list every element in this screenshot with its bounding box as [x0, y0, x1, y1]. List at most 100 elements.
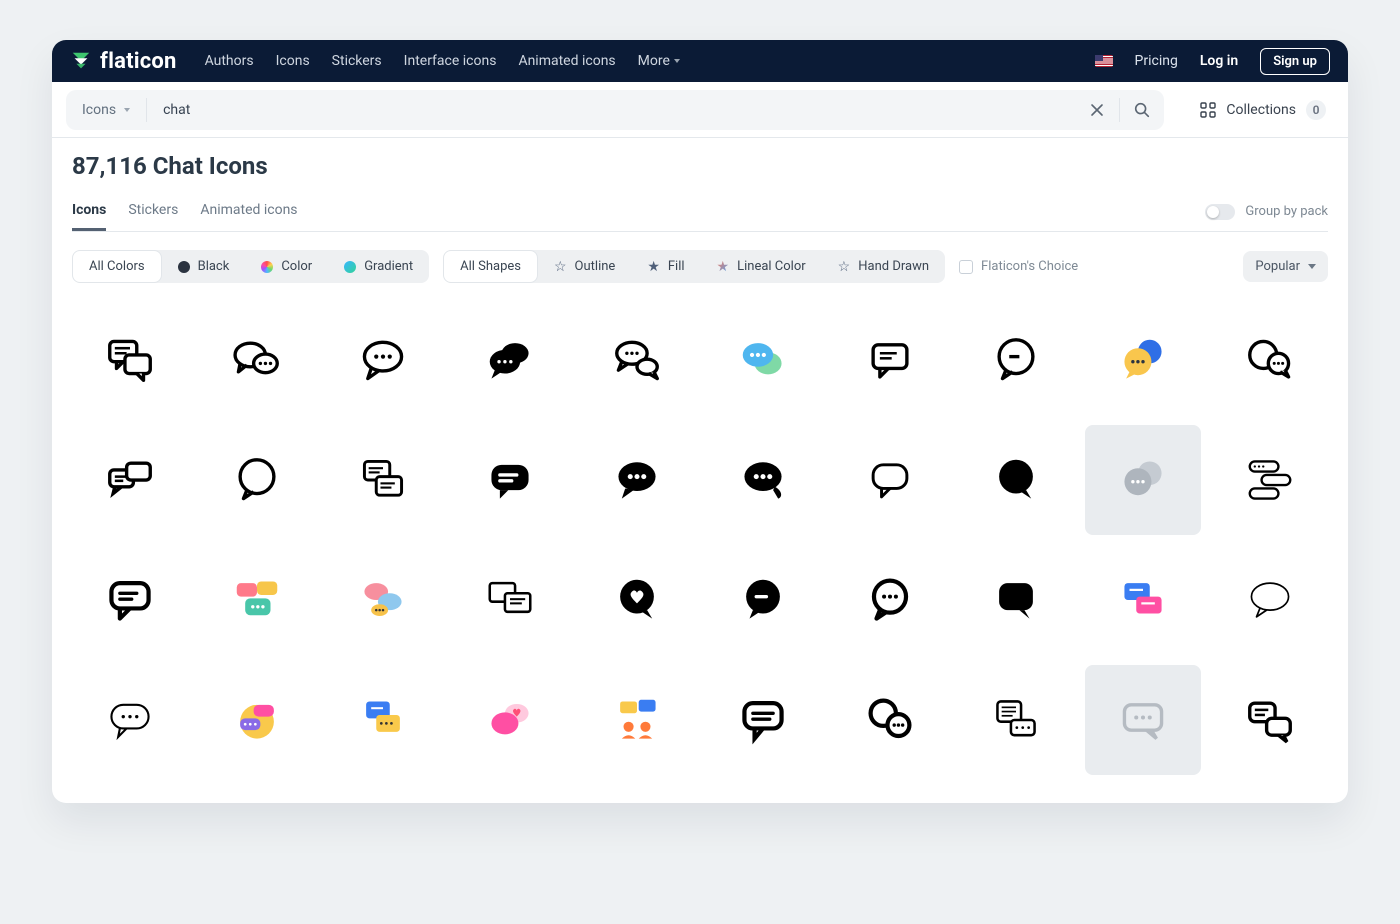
grid-icon[interactable]: [705, 665, 822, 775]
grid-icon[interactable]: [199, 665, 316, 775]
nav-icons[interactable]: Icons: [276, 53, 310, 69]
icon-grid: [52, 291, 1348, 803]
chat-multi-color-icon: [230, 573, 284, 627]
grid-icon[interactable]: [578, 425, 695, 535]
color-all[interactable]: All Colors: [72, 250, 162, 283]
grid-icon[interactable]: [705, 425, 822, 535]
grid-icon[interactable]: [325, 545, 442, 655]
color-gradient[interactable]: Gradient: [328, 250, 429, 283]
brand-logo[interactable]: flaticon: [70, 49, 177, 74]
grid-icon[interactable]: [1211, 425, 1328, 535]
color-filter-segment: All Colors Black Color Gradient: [72, 250, 429, 283]
grid-icon[interactable]: [1085, 425, 1202, 535]
chat-dots-fill-icon: [483, 333, 537, 387]
tab-icons[interactable]: Icons: [72, 192, 106, 231]
sort-dropdown[interactable]: Popular: [1243, 251, 1328, 282]
grid-icon[interactable]: [832, 665, 949, 775]
grid-icon[interactable]: [705, 305, 822, 415]
speech-fill-icon: [989, 453, 1043, 507]
grid-icon[interactable]: [72, 665, 189, 775]
language-flag-icon[interactable]: [1095, 55, 1113, 67]
double-square-outline-icon: [483, 573, 537, 627]
grid-icon[interactable]: [578, 665, 695, 775]
grid-icon[interactable]: [1085, 305, 1202, 415]
speech-dots-thin-outline-icon: [103, 693, 157, 747]
color-color[interactable]: Color: [245, 250, 328, 283]
sort-label: Popular: [1255, 259, 1300, 274]
flaticons-choice-checkbox[interactable]: Flaticon's Choice: [959, 259, 1078, 274]
grid-icon[interactable]: [72, 545, 189, 655]
clear-search-button[interactable]: [1075, 90, 1119, 130]
grid-icon[interactable]: [325, 305, 442, 415]
search-input-wrap: [147, 90, 1075, 130]
chat-cards-color-icon: [1116, 573, 1170, 627]
grid-icon[interactable]: [452, 425, 569, 535]
nav-interface-icons[interactable]: Interface icons: [404, 53, 497, 69]
collections-icon: [1200, 102, 1216, 118]
grid-icon[interactable]: [578, 545, 695, 655]
square-bubble-fill-icon: [989, 573, 1043, 627]
message-lines-outline-icon: [863, 333, 917, 387]
grid-icon[interactable]: [199, 545, 316, 655]
messages-stack-outline-icon: [356, 453, 410, 507]
grid-icon[interactable]: [578, 305, 695, 415]
people-chat-color-icon: [610, 693, 664, 747]
shape-fill[interactable]: ★Fill: [631, 250, 700, 283]
grid-icon[interactable]: [958, 425, 1075, 535]
grid-icon[interactable]: [958, 545, 1075, 655]
group-by-pack-toggle[interactable]: Group by pack: [1205, 204, 1328, 220]
signup-button[interactable]: Sign up: [1260, 48, 1330, 75]
chat-swirl-fill-icon: [736, 453, 790, 507]
grid-icon[interactable]: [1085, 545, 1202, 655]
nav-login[interactable]: Log in: [1200, 53, 1238, 69]
grid-icon[interactable]: [958, 305, 1075, 415]
search-submit-button[interactable]: [1120, 90, 1164, 130]
nav-animated-icons[interactable]: Animated icons: [518, 53, 615, 69]
tab-stickers[interactable]: Stickers: [128, 192, 178, 231]
grid-icon[interactable]: [1085, 665, 1202, 775]
nav-authors[interactable]: Authors: [205, 53, 254, 69]
grid-icon[interactable]: [832, 305, 949, 415]
grid-icon[interactable]: [705, 545, 822, 655]
collections-button[interactable]: Collections 0: [1178, 100, 1348, 120]
nav-more[interactable]: More: [638, 53, 680, 69]
top-bar: flaticon Authors Icons Stickers Interfac…: [52, 40, 1348, 82]
grid-icon[interactable]: [72, 305, 189, 415]
grid-icon[interactable]: [452, 545, 569, 655]
grid-icon[interactable]: [199, 305, 316, 415]
tab-animated-icons[interactable]: Animated icons: [200, 192, 297, 231]
shape-lineal[interactable]: ★Lineal Color: [701, 250, 822, 283]
speech-empty-outline-icon: [230, 453, 284, 507]
grid-icon[interactable]: [452, 305, 569, 415]
grid-icon[interactable]: [325, 425, 442, 535]
grid-icon[interactable]: [832, 545, 949, 655]
search-type-select[interactable]: Icons: [66, 90, 146, 130]
tabs: Icons Stickers Animated icons: [72, 192, 298, 231]
grid-icon[interactable]: [1211, 665, 1328, 775]
grid-icon[interactable]: [1211, 545, 1328, 655]
right-nav: Pricing Log in Sign up: [1095, 48, 1330, 75]
nav-pricing[interactable]: Pricing: [1135, 53, 1178, 69]
grid-icon[interactable]: [832, 425, 949, 535]
message-rounded-outline-icon: [863, 453, 917, 507]
shape-all[interactable]: All Shapes: [443, 250, 538, 283]
shape-outline[interactable]: ☆Outline: [538, 250, 631, 283]
search-input[interactable]: [161, 101, 1061, 119]
grid-icon[interactable]: [325, 665, 442, 775]
chat-dots-outline-icon: [230, 333, 284, 387]
chat-pastel-bubbles-icon: [356, 573, 410, 627]
grid-icon[interactable]: [72, 425, 189, 535]
color-black[interactable]: Black: [162, 250, 246, 283]
shape-hand-drawn[interactable]: ☆Hand Drawn: [822, 250, 945, 283]
grid-icon[interactable]: [199, 425, 316, 535]
nav-stickers[interactable]: Stickers: [332, 53, 382, 69]
page-title: 87,116 Chat Icons: [72, 152, 1328, 180]
choice-label: Flaticon's Choice: [981, 259, 1078, 274]
toggle-switch[interactable]: [1205, 204, 1235, 220]
chat-two-outline-icon: [1243, 333, 1297, 387]
grid-icon[interactable]: [958, 665, 1075, 775]
search-type-label: Icons: [82, 102, 116, 118]
grid-icon[interactable]: [452, 665, 569, 775]
grid-icon[interactable]: [1211, 305, 1328, 415]
message-lines-bold-outline-icon: [103, 573, 157, 627]
